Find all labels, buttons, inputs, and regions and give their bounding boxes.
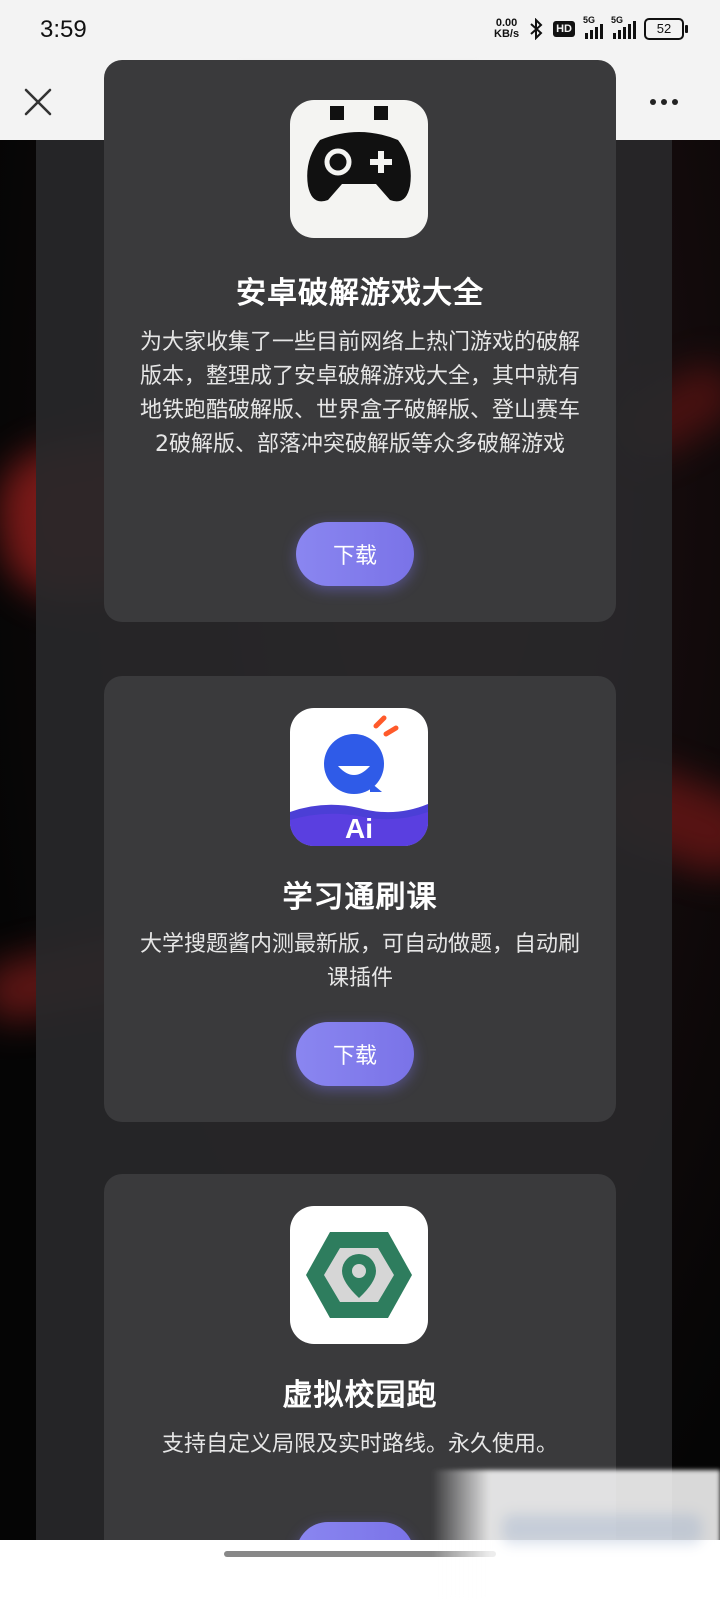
app-card-course: Ai 学习通刷课 大学搜题酱内测最新版，可自动做题，自动刷课插件 下载 [104,676,616,1122]
watermark-blur [432,1470,720,1600]
close-button[interactable] [18,82,58,122]
signal-icon-2: 5G [611,15,636,39]
app-card-game: 安卓破解游戏大全 为大家收集了一些目前网络上热门游戏的破解版本，整理成了安卓破解… [104,60,616,622]
app-name: 虚拟校园跑 [282,1378,438,1413]
net-speed: 0.00 KB/s [494,18,519,40]
more-options-button[interactable] [644,86,684,118]
ai-search-icon: Ai [290,708,428,846]
app-name: 安卓破解游戏大全 [236,276,484,311]
app-description: 大学搜题酱内测最新版，可自动做题，自动刷课插件 [139,932,580,991]
download-button[interactable]: 下载 [296,1022,414,1086]
signal-icon: 5G [583,15,603,39]
ai-icon-label: Ai [345,813,373,844]
app-description: 支持自定义局限及实时路线。永久使用。 [161,1432,558,1457]
signal-label: 5G [583,15,596,25]
close-icon [24,88,52,116]
download-button[interactable]: 下载 [296,522,414,586]
hd-badge: HD [553,21,575,37]
status-time: 3:59 [40,16,87,43]
location-hex-icon [290,1206,428,1344]
net-speed-unit: KB/s [494,28,520,40]
status-bar: 3:59 0.00 KB/s HD 5G 5G 52 [0,0,720,64]
signal-label-2: 5G [611,15,624,25]
more-icon [650,99,656,105]
battery-icon: 52 [644,18,688,40]
gamepad-icon [290,100,428,238]
app-description: 为大家收集了一些目前网络上热门游戏的破解版本，整理成了安卓破解游戏大全，其中就有… [139,330,580,457]
bluetooth-icon [530,18,543,40]
app-name: 学习通刷课 [282,880,438,915]
